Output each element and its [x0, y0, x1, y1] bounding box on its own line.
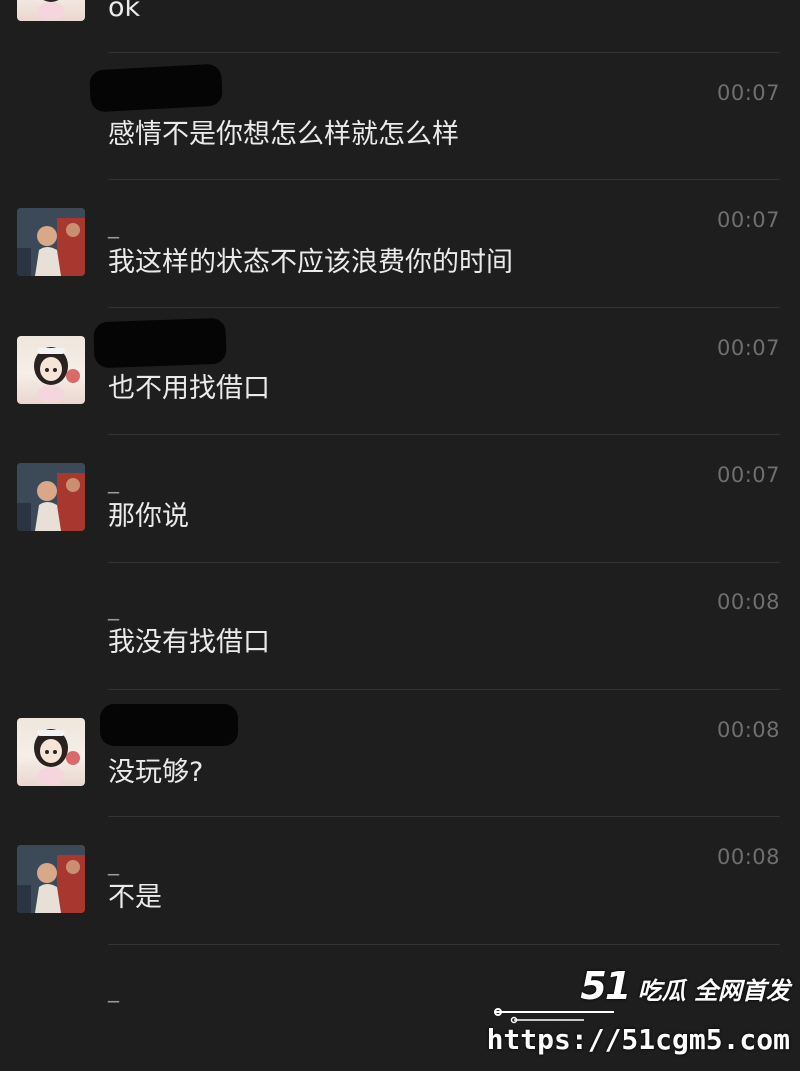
avatar-photo-icon [17, 845, 85, 913]
message-text: 那你说 [108, 501, 189, 532]
message-time: 00:08 [716, 718, 780, 742]
avatar-anime-girl-icon [34, 729, 80, 785]
avatar[interactable] [17, 845, 85, 913]
message-time: 00:07 [716, 463, 780, 487]
message-text: 不是 [108, 882, 162, 913]
watermark: 51 吃瓜 全网首发 https://51cgm5.com [487, 960, 794, 1060]
sender-name: _ [108, 851, 119, 876]
avatar-anime-girl-icon [37, 0, 65, 20]
message-text: 没玩够? [108, 757, 204, 788]
message-time: 00:08 [716, 590, 780, 614]
avatar-photo-icon [17, 463, 85, 531]
redacted-sender-name [88, 63, 224, 113]
chat-message[interactable]: 00:08 没玩够? [0, 690, 800, 817]
sender-name: _ [108, 978, 119, 1003]
sender-name: _ [108, 214, 119, 239]
redacted-sender-name [100, 704, 238, 746]
message-text: 我这样的状态不应该浪费你的时间 [108, 247, 513, 278]
chat-message[interactable]: _ 00:08 我没有找借口 [0, 562, 800, 690]
chat-message[interactable]: ok [0, 0, 800, 53]
chat-message[interactable]: 00:07 感情不是你想怎么样就怎么样 [0, 53, 800, 180]
chat-message[interactable]: 00:07 也不用找借口 [0, 308, 800, 435]
avatar[interactable] [17, 0, 85, 21]
avatar-photo-icon [17, 208, 85, 276]
chat-message-list[interactable]: ok 00:07 感情不是你想怎么样就怎么样 _ 00:07 我这样的状态不应该… [0, 0, 800, 1068]
avatar[interactable] [17, 463, 85, 531]
chat-message[interactable]: _ 00:08 不是 [0, 817, 800, 945]
message-text: 也不用找借口 [108, 373, 270, 404]
avatar[interactable] [17, 208, 85, 276]
message-time: 00:07 [716, 208, 780, 232]
avatar[interactable] [17, 718, 85, 786]
chat-message[interactable]: _ 00:07 我这样的状态不应该浪费你的时间 [0, 180, 800, 308]
message-time: 00:07 [716, 81, 780, 105]
avatar-anime-girl-icon [34, 347, 80, 403]
avatar[interactable] [17, 336, 85, 404]
message-time: 00:07 [716, 336, 780, 360]
message-text: 我没有找借口 [108, 627, 270, 658]
watermark-url: https://51cgm5.com [486, 1023, 790, 1056]
message-text: 感情不是你想怎么样就怎么样 [108, 119, 459, 150]
sender-name: _ [108, 469, 119, 494]
sender-name: _ [108, 596, 119, 621]
message-text: ok [108, 0, 141, 23]
chat-message[interactable]: _ 00:07 那你说 [0, 435, 800, 563]
message-time: 00:08 [716, 845, 780, 869]
redacted-sender-name [93, 317, 227, 369]
